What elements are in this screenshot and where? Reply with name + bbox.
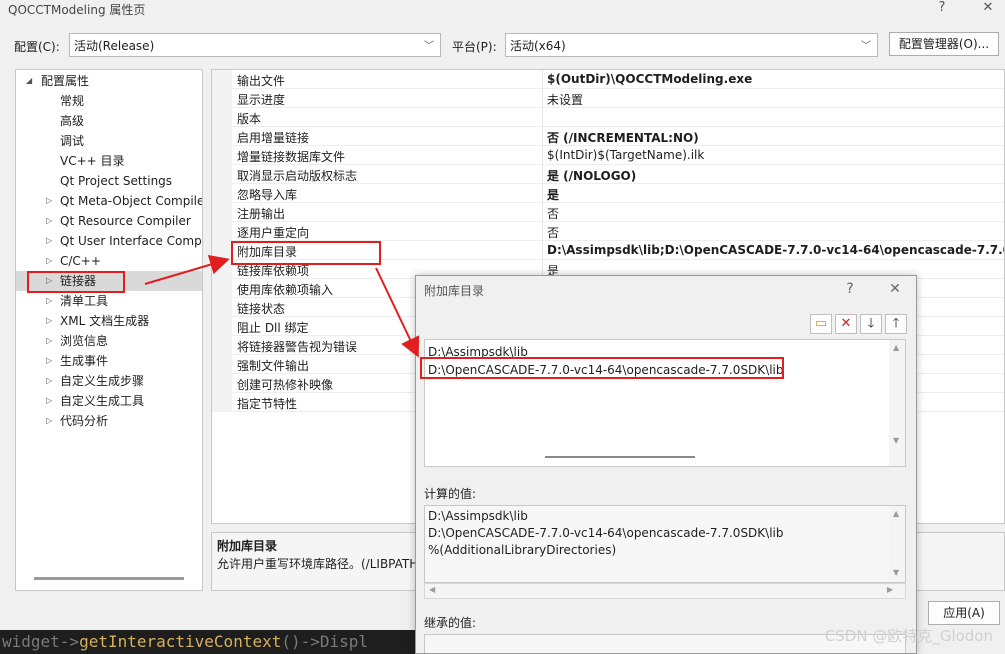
annotation-arrow	[375, 267, 420, 358]
annotation-arrows	[144, 254, 420, 358]
annotation-arrow	[144, 254, 230, 285]
watermark: CSDN @欧特克_Glodon	[824, 627, 993, 645]
